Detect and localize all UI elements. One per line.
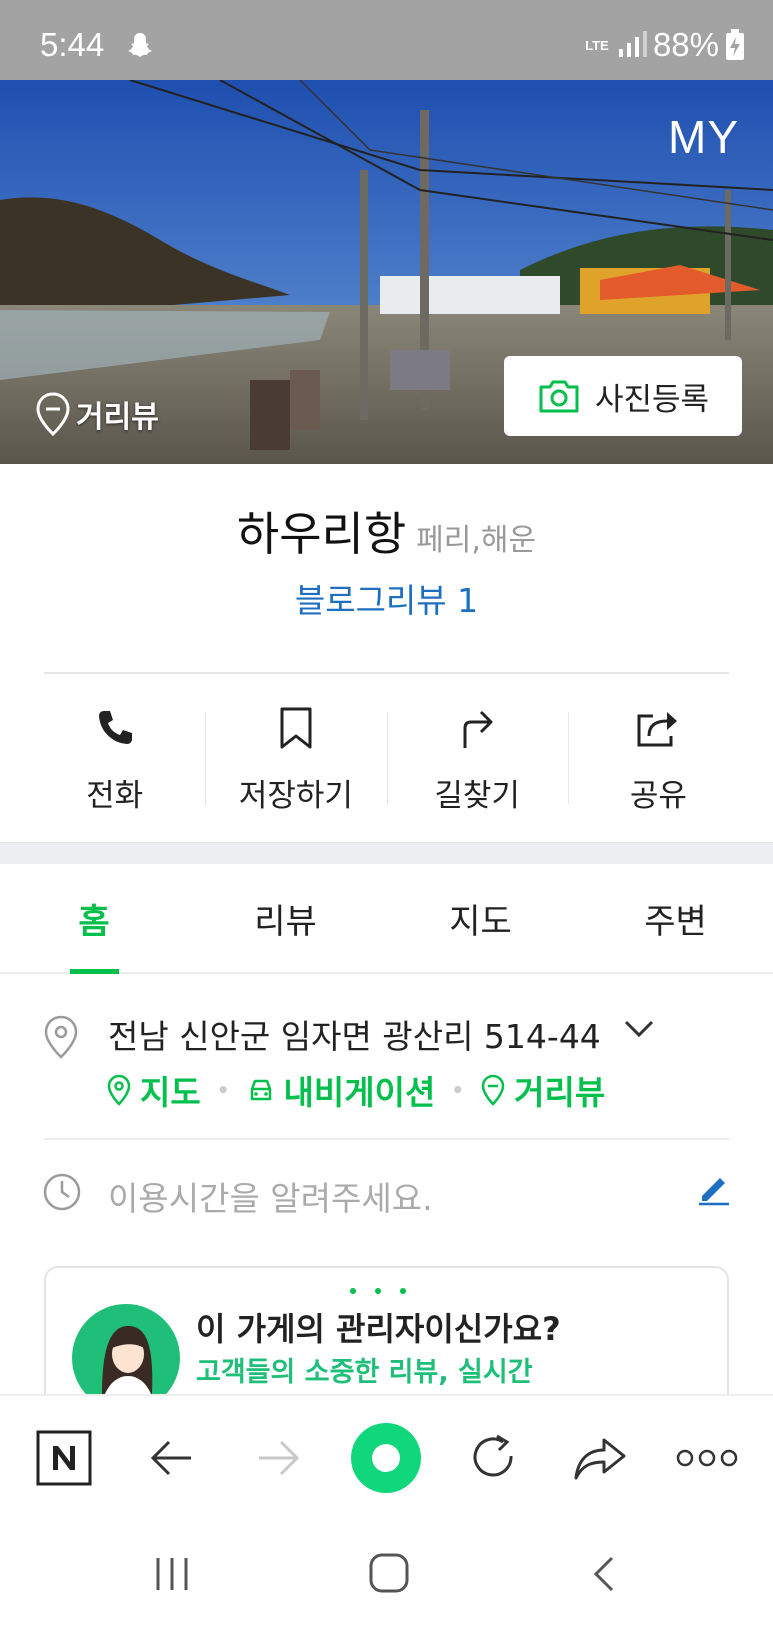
bookmark-icon (280, 707, 312, 749)
place-category: 페리,해운 (416, 523, 537, 558)
separator-dot: • (451, 1078, 465, 1102)
directions-label: 길찾기 (434, 778, 520, 814)
car-icon (250, 1079, 271, 1101)
arrow-right-icon (259, 1440, 300, 1476)
recent-apps-button[interactable] (152, 1554, 192, 1598)
phone-icon (98, 711, 132, 744)
save-button[interactable]: 저장하기 (205, 700, 386, 820)
more-button[interactable] (676, 1424, 738, 1492)
navigation-link[interactable]: 내비게이션 (246, 1066, 436, 1114)
tab-review[interactable]: 리뷰 (188, 864, 383, 972)
street-view-icon (481, 1074, 505, 1106)
separator-dot: • (216, 1078, 230, 1102)
photo-register-label: 사진등록 (594, 381, 710, 418)
refresh-icon (473, 1434, 513, 1477)
address-text: 전남 신안군 임자면 광산리 514-44 (108, 1017, 601, 1056)
snapchat-icon (128, 33, 152, 57)
naver-n-icon (36, 1430, 92, 1486)
signal-icon (618, 31, 647, 57)
arrow-left-icon (150, 1440, 191, 1476)
call-button[interactable]: 전화 (24, 700, 205, 820)
address-links: 지도 • 내비게이션 • 거리뷰 (106, 1066, 605, 1114)
browser-toolbar (0, 1394, 773, 1518)
tab-bar: 홈 리뷰 지도 주변 (0, 864, 773, 974)
hours-row[interactable]: 이용시간을 알려주세요. (42, 1168, 732, 1218)
map-link-label: 지도 (140, 1073, 201, 1112)
share-page-button[interactable] (572, 1424, 628, 1492)
battery-charging-icon (726, 29, 744, 60)
green-dot-icon (351, 1423, 421, 1493)
status-time: 5:44 (40, 26, 105, 63)
street-view-link-label: 거리뷰 (514, 1073, 606, 1112)
chevron-left-icon (593, 1556, 614, 1592)
home-system-button[interactable] (368, 1552, 410, 1598)
my-button[interactable]: MY (668, 110, 739, 164)
location-pin-icon (44, 1015, 78, 1059)
share-icon (637, 712, 678, 747)
place-title-row: 하우리항 페리,해운 (0, 498, 773, 564)
network-type: LTE (585, 37, 609, 53)
directions-icon (463, 710, 493, 748)
divider (44, 1138, 729, 1140)
section-separator (0, 842, 773, 864)
back-button[interactable] (146, 1424, 196, 1492)
divider (44, 672, 729, 674)
green-dot-button[interactable] (350, 1423, 422, 1493)
directions-button[interactable]: 길찾기 (386, 700, 568, 820)
street-view-button[interactable]: 거리뷰 (36, 392, 159, 436)
owner-question: 이 가게의 관리자이신가요? (196, 1310, 561, 1348)
camera-icon (539, 380, 579, 413)
more-dots-icon (676, 1449, 738, 1467)
hero-photo[interactable]: MY 거리뷰 사진등록 (0, 80, 773, 464)
street-view-link[interactable]: 거리뷰 (480, 1066, 605, 1114)
photo-register-button[interactable]: 사진등록 (504, 356, 742, 436)
clock-icon (43, 1173, 81, 1211)
blog-review-link[interactable]: 블로그리뷰 1 (0, 574, 773, 622)
street-view-label: 거리뷰 (76, 400, 159, 435)
map-link[interactable]: 지도 (106, 1066, 201, 1114)
status-right: LTE 88% (583, 26, 745, 64)
home-square-icon (369, 1553, 409, 1593)
system-nav-bar (0, 1518, 773, 1632)
action-row: 전화 저장하기 길찾기 공유 (24, 700, 749, 820)
naver-home-button[interactable] (34, 1424, 94, 1492)
call-label: 전화 (86, 778, 144, 814)
share-button[interactable]: 공유 (567, 700, 749, 820)
tab-map[interactable]: 지도 (383, 864, 578, 972)
tab-home[interactable]: 홈 (0, 864, 188, 974)
street-view-pin-icon (36, 392, 70, 436)
carousel-dots (350, 1288, 406, 1294)
place-name: 하우리항 (236, 507, 407, 561)
chevron-down-icon[interactable] (622, 1018, 656, 1040)
navigation-link-label: 내비게이션 (283, 1073, 436, 1112)
save-label: 저장하기 (238, 778, 353, 814)
battery-percent: 88% (652, 26, 719, 63)
status-bar: 5:44 LTE 88% (0, 0, 773, 80)
tab-nearby[interactable]: 주변 (578, 864, 773, 972)
recent-apps-icon (156, 1558, 188, 1590)
edit-pencil-icon[interactable] (696, 1170, 732, 1206)
refresh-button[interactable] (466, 1424, 520, 1492)
forward-button[interactable] (254, 1424, 304, 1492)
back-system-button[interactable] (590, 1554, 618, 1598)
map-pin-icon (107, 1074, 131, 1106)
share-label: 공유 (629, 778, 687, 814)
share-arrow-icon (574, 1438, 626, 1480)
hours-placeholder: 이용시간을 알려주세요. (108, 1179, 433, 1218)
owner-subtitle: 고객들의 소중한 리뷰, 실시간 (196, 1357, 533, 1388)
